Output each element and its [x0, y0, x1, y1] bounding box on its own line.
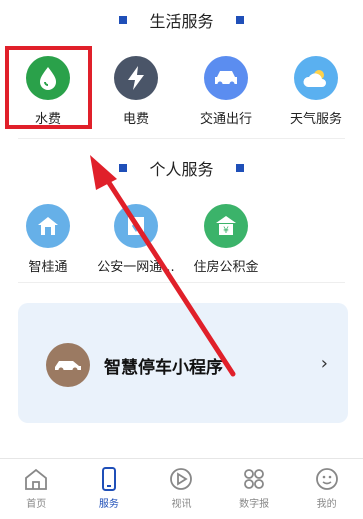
police-item[interactable]: 公安一网通...	[93, 204, 179, 275]
tab-home-label: 首页	[26, 499, 47, 510]
weather-item[interactable]: 天气服务	[273, 56, 359, 127]
tab-profile[interactable]: 我的	[290, 459, 363, 519]
grid-icon	[244, 469, 264, 489]
police-label: 公安一网通...	[97, 260, 175, 275]
life-services-title-text: 生活服务	[149, 12, 214, 31]
life-services-title: 生活服务	[0, 8, 363, 32]
tab-newspaper[interactable]: 数字报	[218, 459, 291, 519]
tab-services-label: 服务	[98, 499, 119, 510]
phone-icon	[101, 467, 116, 491]
electric-fee-item[interactable]: 电费	[93, 56, 179, 127]
car-icon	[204, 56, 248, 100]
lightning-icon	[114, 56, 158, 100]
tab-video[interactable]: 视讯	[145, 459, 218, 519]
police-icon	[114, 204, 158, 248]
tab-video-label: 视讯	[171, 499, 192, 510]
section-divider	[18, 138, 345, 139]
chevron-right-icon: ›	[320, 353, 328, 374]
housing-fund-label: 住房公积金	[193, 260, 259, 275]
home-icon	[26, 204, 70, 248]
smart-parking-card[interactable]: 智慧停车小程序 ›	[18, 303, 348, 423]
play-icon	[170, 468, 193, 490]
home-outline-icon	[25, 468, 48, 490]
title-marker-right	[235, 16, 244, 24]
weather-label: 天气服务	[289, 112, 342, 127]
traffic-label: 交通出行	[199, 112, 252, 127]
svg-text:¥: ¥	[223, 226, 229, 236]
weather-icon	[294, 56, 338, 100]
housing-fund-item[interactable]: ¥ 住房公积金	[183, 204, 269, 275]
profile-icon	[315, 468, 338, 490]
electric-fee-label: 电费	[122, 112, 149, 127]
title-marker-left	[119, 164, 128, 172]
tab-newspaper-label: 数字报	[239, 499, 270, 510]
personal-services-title-text: 个人服务	[149, 160, 214, 179]
title-marker-left	[119, 16, 128, 24]
tab-services[interactable]: 服务	[73, 459, 146, 519]
section-divider	[18, 282, 345, 283]
car-icon	[46, 343, 90, 387]
zhiguitong-label: 智桂通	[28, 260, 68, 275]
card-title: 智慧停车小程序	[104, 358, 223, 378]
water-fee-highlight	[5, 46, 92, 129]
traffic-item[interactable]: 交通出行	[183, 56, 269, 127]
title-marker-right	[235, 164, 244, 172]
fund-icon: ¥	[204, 204, 248, 248]
tab-profile-label: 我的	[316, 499, 337, 510]
zhiguitong-item[interactable]: 智桂通	[5, 204, 91, 275]
tab-home[interactable]: 首页	[0, 459, 73, 519]
personal-services-title: 个人服务	[0, 156, 363, 180]
bottom-tab-bar: 首页 服务 视讯 数字报 我的	[0, 458, 363, 519]
